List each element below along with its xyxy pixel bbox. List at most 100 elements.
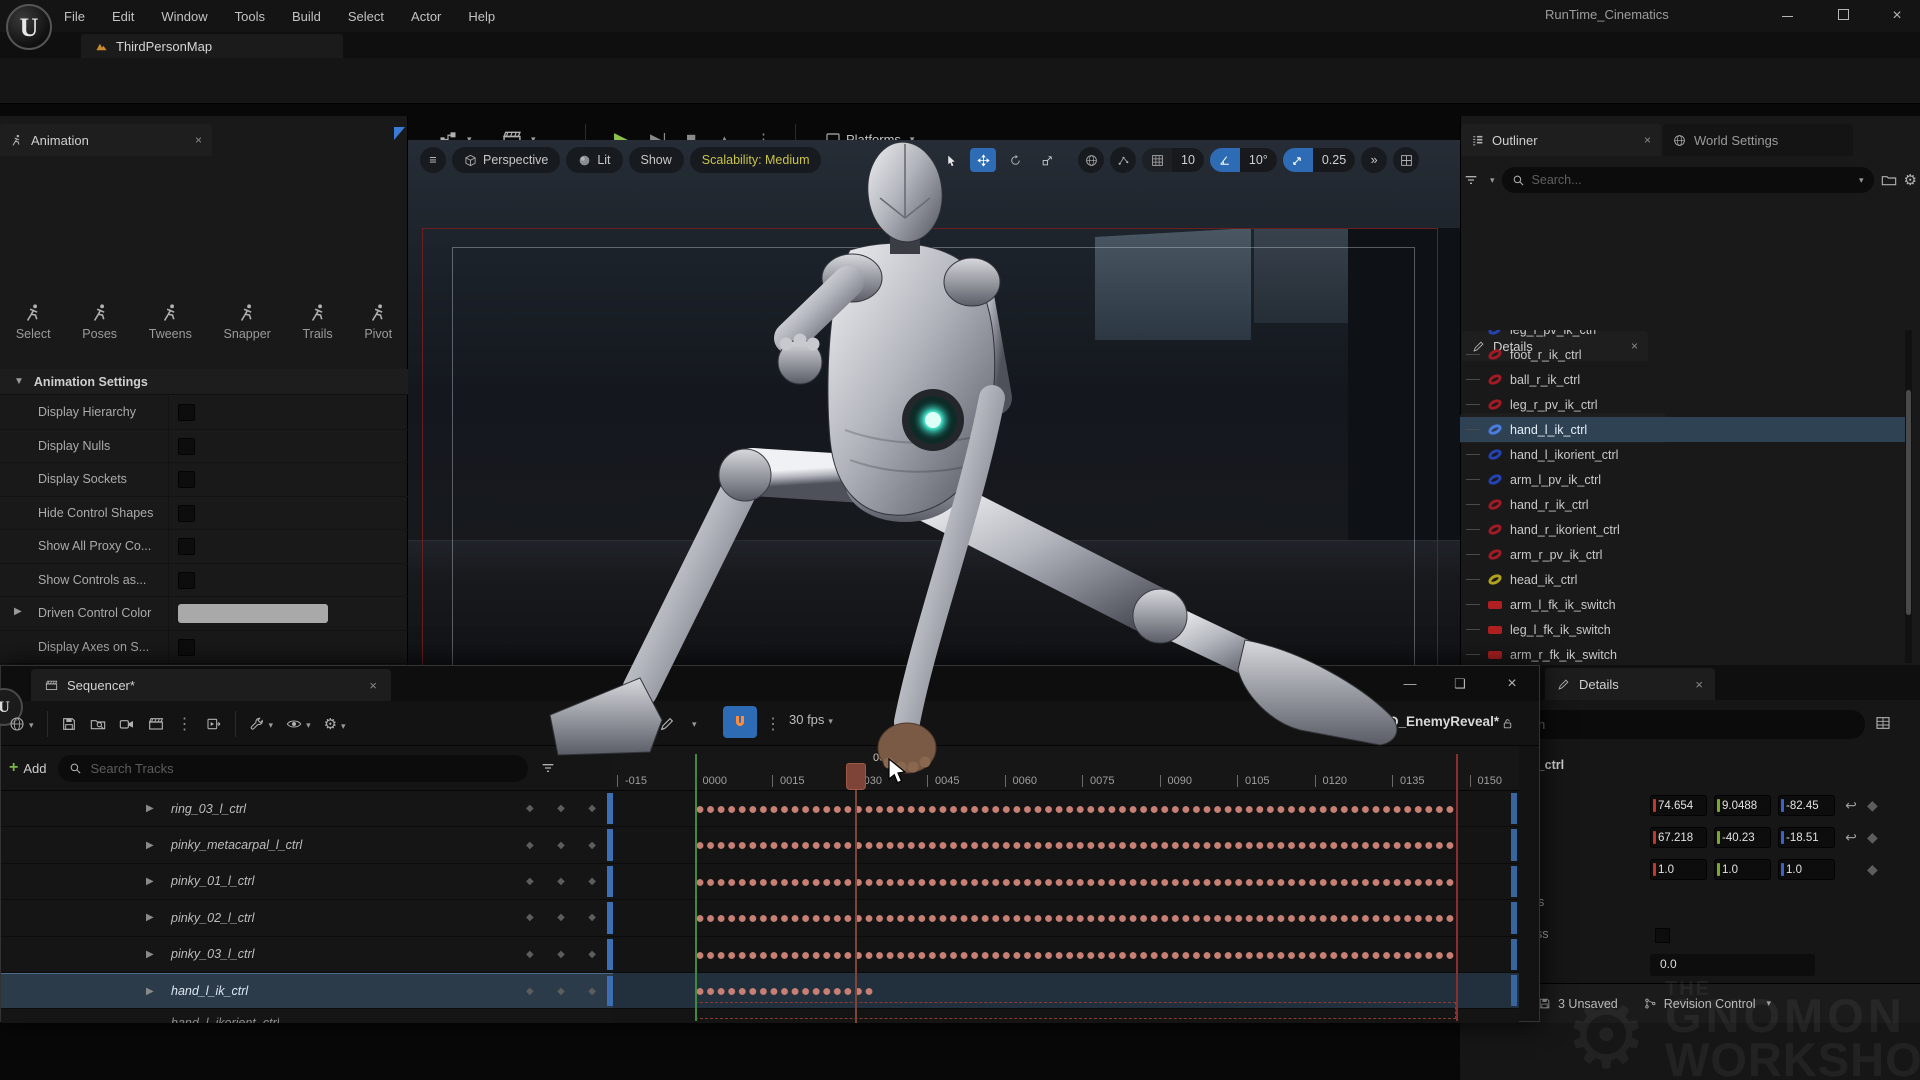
menu-item[interactable]: Tools	[235, 9, 265, 24]
maximize-viewport-button[interactable]	[1393, 147, 1419, 173]
menu-item[interactable]: Build	[292, 9, 321, 24]
setting-checkbox[interactable]	[178, 404, 195, 421]
close-icon[interactable]: ×	[369, 678, 377, 693]
tab-details-bottom[interactable]: Details ×	[1545, 668, 1715, 700]
keyframe-dots[interactable]	[695, 877, 1456, 888]
details-value-field[interactable]: 0.0	[1650, 954, 1815, 976]
chevron-down-icon[interactable]: ▾	[1859, 175, 1864, 186]
keyframe-dots[interactable]	[695, 913, 1456, 924]
z-value-field[interactable]: -82.45	[1778, 795, 1835, 816]
y-value-field[interactable]: -40.23	[1714, 827, 1771, 848]
anim-control-row[interactable]: foot_r_ik_ctrl	[1460, 342, 1912, 367]
anim-control-row[interactable]: leg_l_pv_ik_ctrl	[1460, 330, 1912, 342]
view-options-dropdown[interactable]: ▾	[286, 715, 311, 733]
animation-settings-header[interactable]: ▼ Animation Settings	[0, 369, 408, 395]
anim-control-row[interactable]: arm_r_pv_ik_ctrl	[1460, 542, 1912, 567]
track-row[interactable]: ▶ pinky_03_l_ctrl ◆◆◆	[1, 937, 613, 973]
details-search-input[interactable]	[1504, 717, 1804, 732]
new-folder-icon[interactable]	[1881, 172, 1897, 188]
keyframe-row[interactable]	[613, 827, 1519, 863]
anim-control-row[interactable]: leg_l_fk_ik_switch	[1460, 617, 1912, 642]
menu-item[interactable]: Window	[161, 9, 207, 24]
y-value-field[interactable]: 1.0	[1714, 859, 1771, 880]
animation-tool-button[interactable]: Tweens	[149, 303, 192, 341]
close-icon[interactable]: ×	[181, 133, 202, 147]
anim-control-row[interactable]: arm_r_fk_ik_switch	[1460, 642, 1912, 663]
scale-snap-control[interactable]: 0.25	[1283, 148, 1355, 172]
outliner-settings-gear-icon[interactable]: ⚙	[1904, 171, 1917, 189]
reset-arrow-icon[interactable]: ↩	[1842, 829, 1860, 846]
camera-icon[interactable]	[119, 716, 135, 732]
keyframe-row[interactable]	[613, 791, 1519, 827]
keyframe-dots[interactable]	[695, 950, 1456, 961]
setting-checkbox[interactable]	[178, 438, 195, 455]
playhead-line[interactable]	[855, 766, 857, 1023]
anim-control-row[interactable]: hand_r_ik_ctrl	[1460, 492, 1912, 517]
setting-checkbox[interactable]	[178, 538, 195, 555]
expand-triangle-icon[interactable]: ▶	[146, 803, 154, 814]
expand-triangle-icon[interactable]: ▶	[146, 986, 154, 997]
rotation-snap-control[interactable]: 10°	[1210, 148, 1277, 172]
more-tools-chevrons[interactable]: »	[1361, 147, 1387, 173]
playback-options-dropdown[interactable]: ⚙▾	[324, 715, 346, 734]
auto-key-button[interactable]	[611, 706, 647, 738]
select-tool-button[interactable]	[938, 148, 964, 172]
track-search-box[interactable]	[58, 755, 528, 782]
details-checkbox[interactable]	[1655, 928, 1670, 943]
track-row[interactable]: ▶ pinky_metacarpal_l_ctrl ◆◆◆	[1, 827, 613, 863]
setting-checkbox[interactable]	[178, 572, 195, 589]
edit-mode-dropdown[interactable]: ▾	[659, 709, 697, 739]
world-local-toggle[interactable]	[1078, 147, 1104, 173]
save-sequence-icon[interactable]	[61, 716, 77, 732]
animation-tool-button[interactable]: Trails	[303, 303, 333, 341]
setting-checkbox[interactable]	[178, 639, 195, 656]
scalability-button[interactable]: Scalability: Medium	[690, 147, 822, 173]
actions-dropdown[interactable]: ▾	[249, 715, 274, 733]
tab-thirdpersonmap[interactable]: ThirdPersonMap	[81, 34, 343, 58]
anim-control-row[interactable]: leg_r_pv_ik_ctrl	[1460, 392, 1912, 417]
outliner-search-input[interactable]	[1532, 173, 1848, 187]
anim-control-row[interactable]: hand_l_ik_ctrl	[1460, 417, 1912, 442]
expand-triangle-icon[interactable]: ▶	[146, 912, 154, 923]
viewport-menu-icon[interactable]: ≡	[420, 147, 446, 173]
animation-tool-button[interactable]: Pivot	[364, 303, 392, 341]
playhead-handle[interactable]	[846, 763, 866, 790]
x-value-field[interactable]: 1.0	[1650, 859, 1707, 880]
animation-tool-button[interactable]: Snapper	[224, 303, 271, 341]
keyframe-diamond-icon[interactable]: ◆	[1867, 861, 1878, 878]
keyframe-nav[interactable]: ◆◆◆	[526, 876, 596, 887]
keyframe-dots[interactable]	[695, 840, 1456, 851]
tab-world-settings[interactable]: World Settings	[1663, 124, 1853, 156]
keyframe-nav[interactable]: ◆◆◆	[526, 840, 596, 851]
perspective-dropdown[interactable]: Perspective	[452, 147, 560, 173]
anim-control-row[interactable]: arm_l_fk_ik_switch	[1460, 592, 1912, 617]
move-tool-button[interactable]	[970, 148, 996, 172]
tab-animation[interactable]: Animation ×	[0, 124, 212, 156]
keyframe-diamond-icon[interactable]: ◆	[1867, 797, 1878, 814]
keyframe-row[interactable]	[613, 900, 1519, 936]
menu-item[interactable]: Actor	[411, 9, 441, 24]
render-movie-icon[interactable]	[206, 716, 222, 732]
expand-triangle-icon[interactable]: ▶	[146, 840, 154, 851]
track-filter-icon[interactable]	[540, 760, 556, 776]
revision-control-dropdown[interactable]: Revision Control ▾	[1644, 997, 1771, 1011]
keyframe-nav[interactable]: ◆◆◆	[526, 912, 596, 923]
sequencer-close-button[interactable]: ×	[1495, 673, 1529, 695]
keyframe-nav[interactable]: ◆◆◆	[526, 949, 596, 960]
lit-dropdown[interactable]: Lit	[566, 147, 622, 173]
menu-item[interactable]: Help	[468, 9, 495, 24]
browse-sequence-icon[interactable]	[90, 716, 106, 732]
unsaved-status[interactable]: 3 Unsaved	[1538, 997, 1618, 1011]
viewport[interactable]	[408, 140, 1460, 665]
close-button[interactable]: ×	[1882, 6, 1912, 26]
color-swatch[interactable]	[178, 604, 328, 623]
grid-snap-control[interactable]: 10	[1142, 148, 1204, 172]
expand-arrow-icon[interactable]: ▶	[14, 606, 22, 617]
setting-checkbox[interactable]	[178, 505, 195, 522]
outliner-search-box[interactable]: ▾	[1502, 167, 1874, 193]
anim-control-row[interactable]: hand_r_ikorient_ctrl	[1460, 517, 1912, 542]
scale-tool-button[interactable]	[1034, 148, 1060, 172]
track-row[interactable]: ▶ hand_l_ik_ctrl ◆◆◆	[1, 973, 613, 1009]
keyframe-nav[interactable]: ◆◆◆	[526, 986, 596, 997]
menu-item[interactable]: Select	[348, 9, 384, 24]
